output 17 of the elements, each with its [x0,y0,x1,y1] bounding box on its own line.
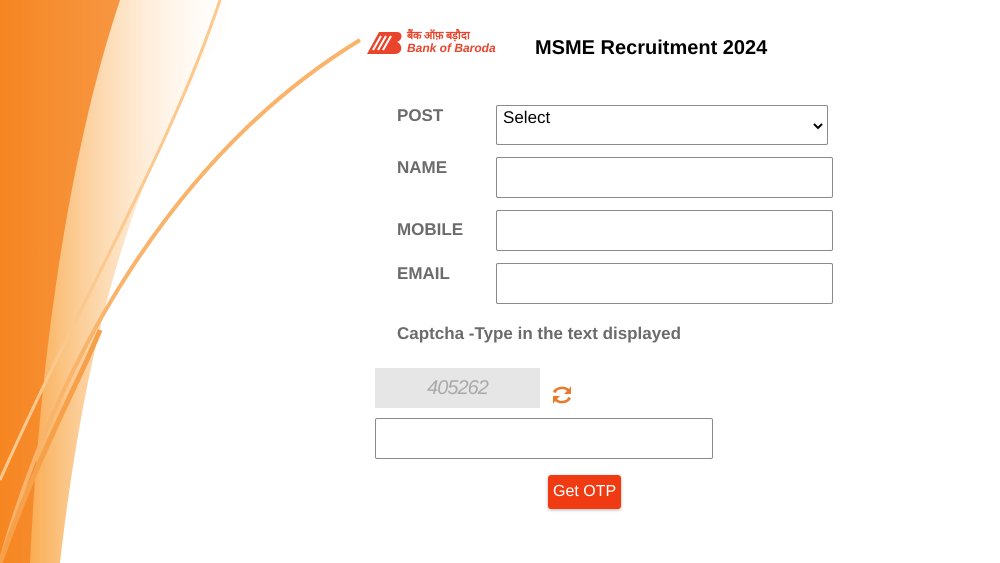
page-title: MSME Recruitment 2024 [535,37,768,60]
field-label: MOBILE [397,219,464,240]
captcha-input-field[interactable] [375,418,713,459]
input-field[interactable] [496,157,833,198]
field-label: NAME [397,157,448,178]
field-label: EMAIL [397,263,451,284]
logo-icon [365,30,403,56]
captcha-code: 405262 [375,368,540,408]
logo-text: Bank of Baroda [407,42,496,54]
input-field[interactable] [496,263,833,304]
input-field[interactable] [496,210,833,251]
post-select[interactable]: Select [496,105,828,145]
chevron-icon [813,122,823,130]
field-label: POST [397,105,444,126]
logo-hindi-text: बैंक ऑफ़ बड़ौदा [407,31,472,42]
captcha-heading: Captcha -Type in the text displayed [397,324,682,344]
get-otp-button[interactable]: Get OTP [548,475,622,509]
